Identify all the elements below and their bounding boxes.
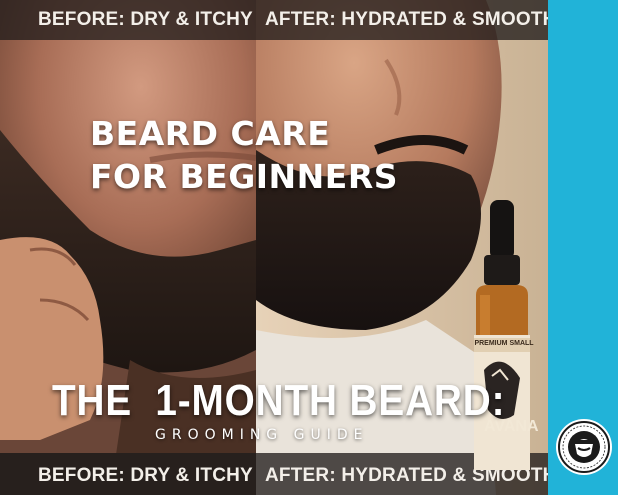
top-caption-band: BEFORE: DRY & ITCHY AFTER: HYDRATED & SM… xyxy=(0,0,556,40)
bottle-label-band: PREMIUM SMALL xyxy=(474,340,534,347)
thumbnail: BEFORE: DRY & ITCHY AFTER: HYDRATED & SM… xyxy=(0,0,618,495)
brand-badge-logo xyxy=(556,419,612,475)
top-before-caption: BEFORE: DRY & ITCHY xyxy=(38,9,253,30)
bottom-caption-band: BEFORE: DRY & ITCHY AFTER: HYDRATED & SM… xyxy=(0,453,556,495)
subheadline: GROOMING GUIDE xyxy=(155,427,369,443)
top-after-caption: AFTER: HYDRATED & SMOOTH xyxy=(265,9,557,30)
title-line-2: FOR BEGINNERS xyxy=(90,157,399,196)
bottom-before-caption: BEFORE: DRY & ITCHY xyxy=(38,465,253,486)
title-line-1: BEARD CARE xyxy=(90,114,331,153)
headline: THE 1-MONTH BEARD: xyxy=(52,376,506,425)
